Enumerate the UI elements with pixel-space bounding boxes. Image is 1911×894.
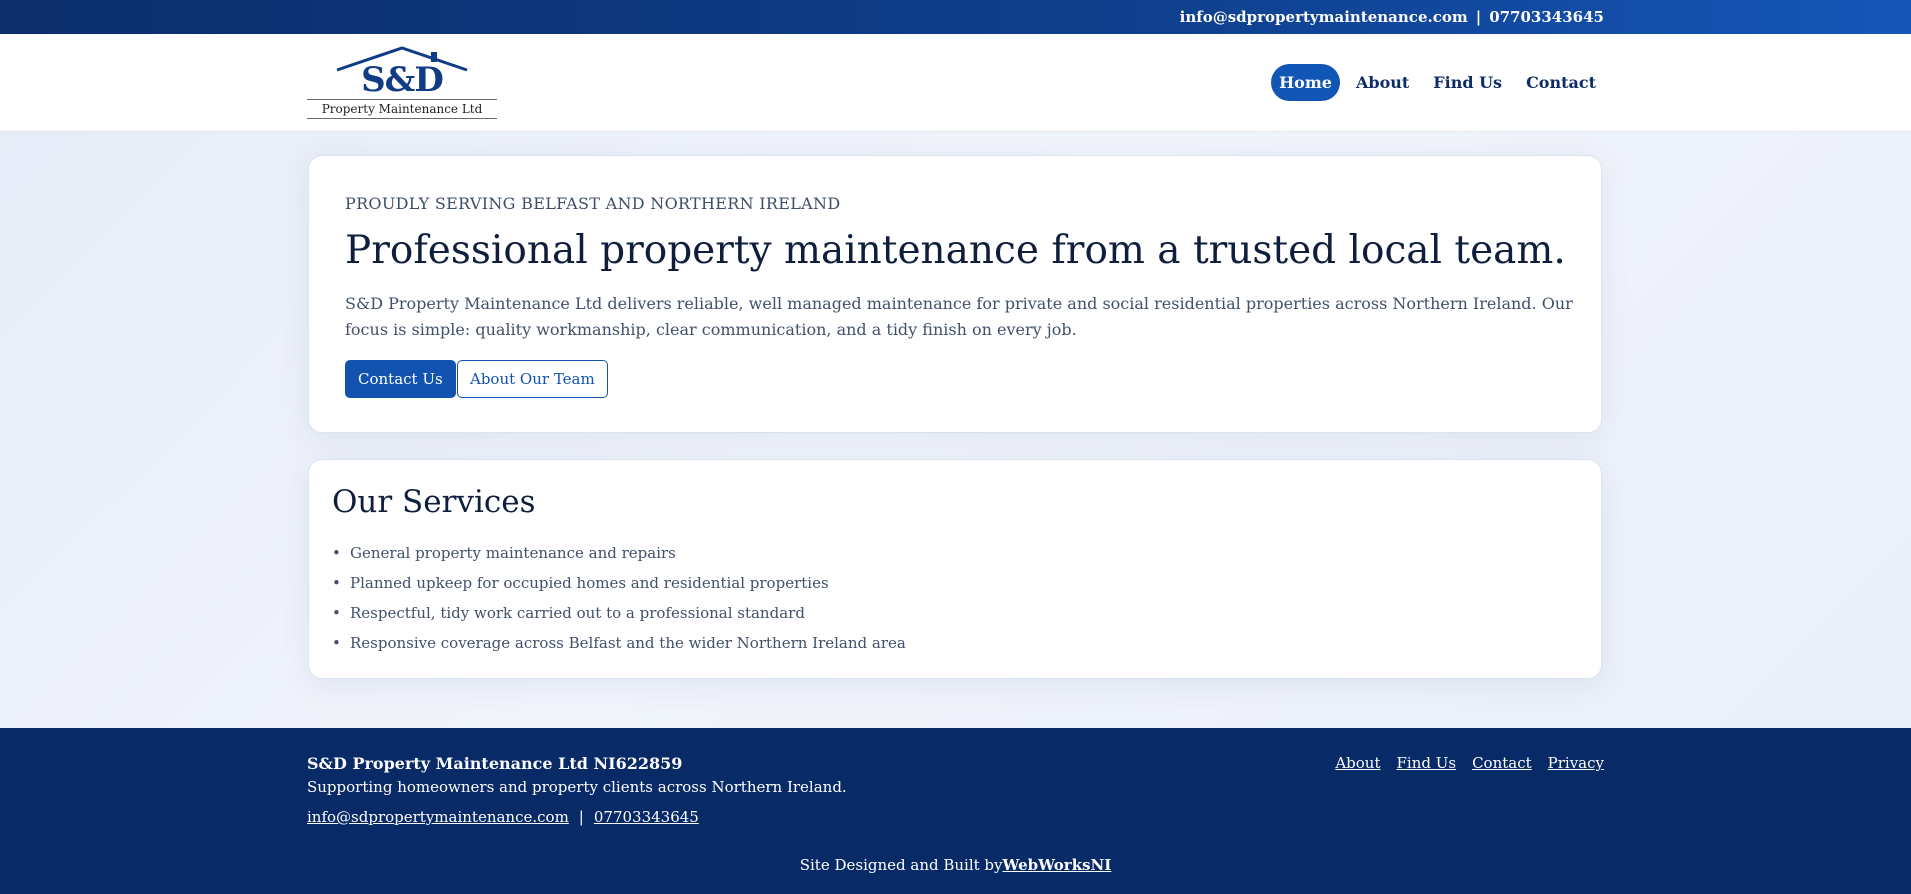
credit-text: Site Designed and Built by <box>799 856 1003 874</box>
top-phone-link[interactable]: 07703343645 <box>1489 8 1604 26</box>
credit-link[interactable]: WebWorksNI <box>1003 856 1112 874</box>
footer-link-privacy[interactable]: Privacy <box>1548 754 1604 772</box>
hero-body: S&D Property Maintenance Ltd delivers re… <box>345 294 1573 339</box>
footer-credit: Site Designed and Built byWebWorksNI <box>0 856 1911 874</box>
footer-separator: | <box>578 808 584 826</box>
top-contact-bar: info@sdpropertymaintenance.com | 0770334… <box>0 0 1911 34</box>
footer-tagline: Supporting homeowners and property clien… <box>307 778 847 796</box>
top-contact-group: info@sdpropertymaintenance.com | 0770334… <box>1180 8 1604 26</box>
top-email-link[interactable]: info@sdpropertymaintenance.com <box>1180 8 1468 26</box>
company-logo[interactable]: S&D Property Maintenance Ltd <box>307 46 497 120</box>
footer-contacts: info@sdpropertymaintenance.com | 0770334… <box>307 808 699 826</box>
about-team-button[interactable]: About Our Team <box>457 360 608 398</box>
main-nav: Home About Find Us Contact <box>1271 64 1604 101</box>
footer-link-contact[interactable]: Contact <box>1472 754 1532 772</box>
services-list: General property maintenance and repairs… <box>332 538 906 658</box>
logo-tagline: Property Maintenance Ltd <box>307 99 497 119</box>
nav-find-us[interactable]: Find Us <box>1425 64 1510 101</box>
nav-about[interactable]: About <box>1348 64 1417 101</box>
list-item: Planned upkeep for occupied homes and re… <box>332 568 906 598</box>
site-footer: S&D Property Maintenance Ltd NI622859 Su… <box>0 728 1911 894</box>
services-card: Our Services General property maintenanc… <box>308 459 1602 679</box>
top-separator: | <box>1475 8 1482 26</box>
footer-email-link[interactable]: info@sdpropertymaintenance.com <box>307 808 569 826</box>
footer-link-find-us[interactable]: Find Us <box>1396 754 1456 772</box>
footer-phone-link[interactable]: 07703343645 <box>594 808 699 826</box>
logo-mark: S&D <box>361 60 444 100</box>
footer-links: About Find Us Contact Privacy <box>1335 754 1604 772</box>
nav-contact[interactable]: Contact <box>1518 64 1604 101</box>
site-header: S&D Property Maintenance Ltd Home About … <box>0 34 1911 132</box>
list-item: Responsive coverage across Belfast and t… <box>332 628 906 658</box>
hero-title: Professional property maintenance from a… <box>345 228 1566 273</box>
nav-home[interactable]: Home <box>1271 64 1340 101</box>
services-title: Our Services <box>332 484 536 520</box>
list-item: Respectful, tidy work carried out to a p… <box>332 598 906 628</box>
contact-us-button[interactable]: Contact Us <box>345 360 456 398</box>
hero-eyebrow: PROUDLY SERVING BELFAST AND NORTHERN IRE… <box>345 194 841 213</box>
footer-company: S&D Property Maintenance Ltd NI622859 <box>307 754 683 773</box>
footer-link-about[interactable]: About <box>1335 754 1380 772</box>
hero-card: PROUDLY SERVING BELFAST AND NORTHERN IRE… <box>308 155 1602 433</box>
list-item: General property maintenance and repairs <box>332 538 906 568</box>
